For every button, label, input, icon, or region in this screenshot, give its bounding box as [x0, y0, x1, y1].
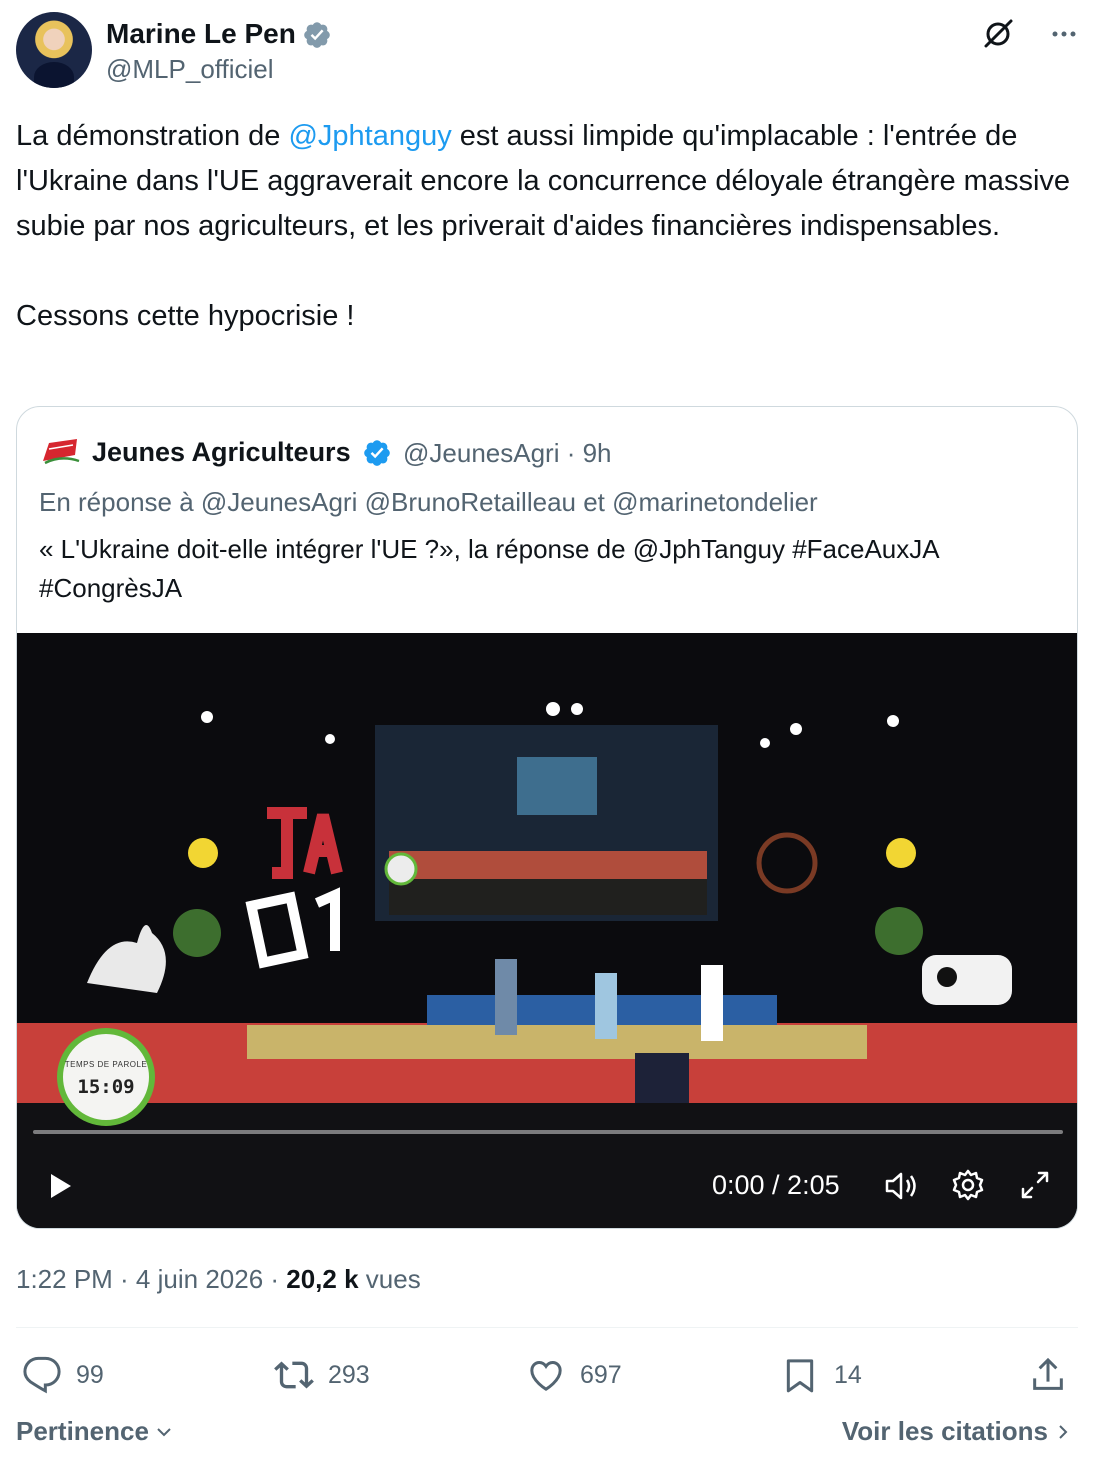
reply-count: 99: [76, 1360, 104, 1389]
reply-button[interactable]: 99: [22, 1350, 104, 1400]
author-avatar[interactable]: [16, 12, 92, 88]
quote-time: · 9h: [566, 438, 612, 468]
like-button[interactable]: 697: [526, 1350, 622, 1400]
quote-author-handle[interactable]: @JeunesAgri: [403, 438, 559, 468]
views-label: vues: [358, 1264, 421, 1294]
quote-author-name[interactable]: Jeunes Agriculteurs: [92, 437, 351, 468]
video-progress-bar[interactable]: [33, 1130, 1063, 1134]
verified-badge-icon: [304, 22, 330, 48]
heart-icon: [530, 1360, 562, 1391]
quote-meta: @JeunesAgri · 9h: [403, 438, 612, 469]
tweet-text: La démonstration de @Jphtanguy est aussi…: [16, 114, 1076, 339]
video-player[interactable]: TEMPS DE PAROLE 15:09 0:00 / 2:05: [17, 633, 1077, 1228]
video-frame: [17, 633, 1077, 1228]
author-handle[interactable]: @MLP_officiel: [106, 54, 274, 85]
retweet-button[interactable]: 293: [274, 1350, 370, 1400]
view-quotes-label: Voir les citations: [841, 1416, 1048, 1446]
volume-muted-icon[interactable]: [883, 1169, 919, 1203]
quoted-tweet-card[interactable]: Jeunes Agriculteurs @JeunesAgri · 9h En …: [16, 406, 1078, 1229]
view-quotes-link[interactable]: Voir les citations: [842, 1416, 1074, 1447]
sort-label: Pertinence: [16, 1416, 149, 1446]
reply-icon: [23, 1356, 61, 1394]
share-icon: [1033, 1357, 1063, 1390]
tweet-mention-link[interactable]: @Jphtanguy: [288, 120, 451, 152]
timer-value: 15:09: [77, 1076, 135, 1098]
bookmark-button[interactable]: 14: [780, 1350, 862, 1400]
tweet-meta: 1:22 PM · 4 juin 2026 · 20,2 k vues: [16, 1264, 421, 1295]
jeunes-agriculteurs-logo: [39, 435, 83, 469]
tweet-timestamp[interactable]: 1:22 PM · 4 juin 2026 ·: [16, 1264, 286, 1294]
grok-icon[interactable]: [982, 18, 1014, 50]
tweet-header: Marine Le Pen @MLP_officiel: [16, 12, 1080, 92]
quote-text: « L'Ukraine doit-elle intégrer l'UE ?», …: [39, 534, 939, 603]
chevron-right-icon: [1059, 1424, 1068, 1439]
bookmark-icon: [786, 1359, 814, 1393]
play-icon[interactable]: [45, 1170, 75, 1202]
divider: [16, 1327, 1078, 1328]
more-options-icon[interactable]: [1048, 18, 1080, 50]
author-name[interactable]: Marine Le Pen: [106, 18, 296, 50]
like-count: 697: [580, 1360, 622, 1389]
quote-verified-badge-icon: [364, 440, 390, 466]
tweet-text-part1: La démonstration de: [16, 120, 289, 152]
reply-to-mentions[interactable]: @JeunesAgri @BrunoRetailleau et @marinet…: [201, 487, 818, 517]
sort-dropdown[interactable]: Pertinence: [16, 1416, 175, 1447]
timer-label: TEMPS DE PAROLE: [64, 1060, 148, 1069]
retweet-count: 293: [328, 1360, 370, 1389]
settings-gear-icon[interactable]: [951, 1168, 985, 1202]
share-button[interactable]: [1028, 1350, 1082, 1400]
video-time: 0:00 / 2:05: [712, 1170, 840, 1200]
chevron-down-icon: [157, 1427, 171, 1436]
views-count: 20,2 k: [286, 1264, 359, 1294]
quote-reply-context: En réponse à @JeunesAgri @BrunoRetaillea…: [39, 487, 818, 518]
reply-prefix: En réponse à: [39, 487, 201, 517]
retweet-icon: [274, 1361, 314, 1389]
tweet-actions-bar: 99 293 697 14: [16, 1350, 1078, 1400]
fullscreen-icon[interactable]: [1019, 1169, 1051, 1201]
speaking-time-timer: TEMPS DE PAROLE 15:09: [57, 1028, 155, 1126]
bookmark-count: 14: [834, 1360, 862, 1389]
